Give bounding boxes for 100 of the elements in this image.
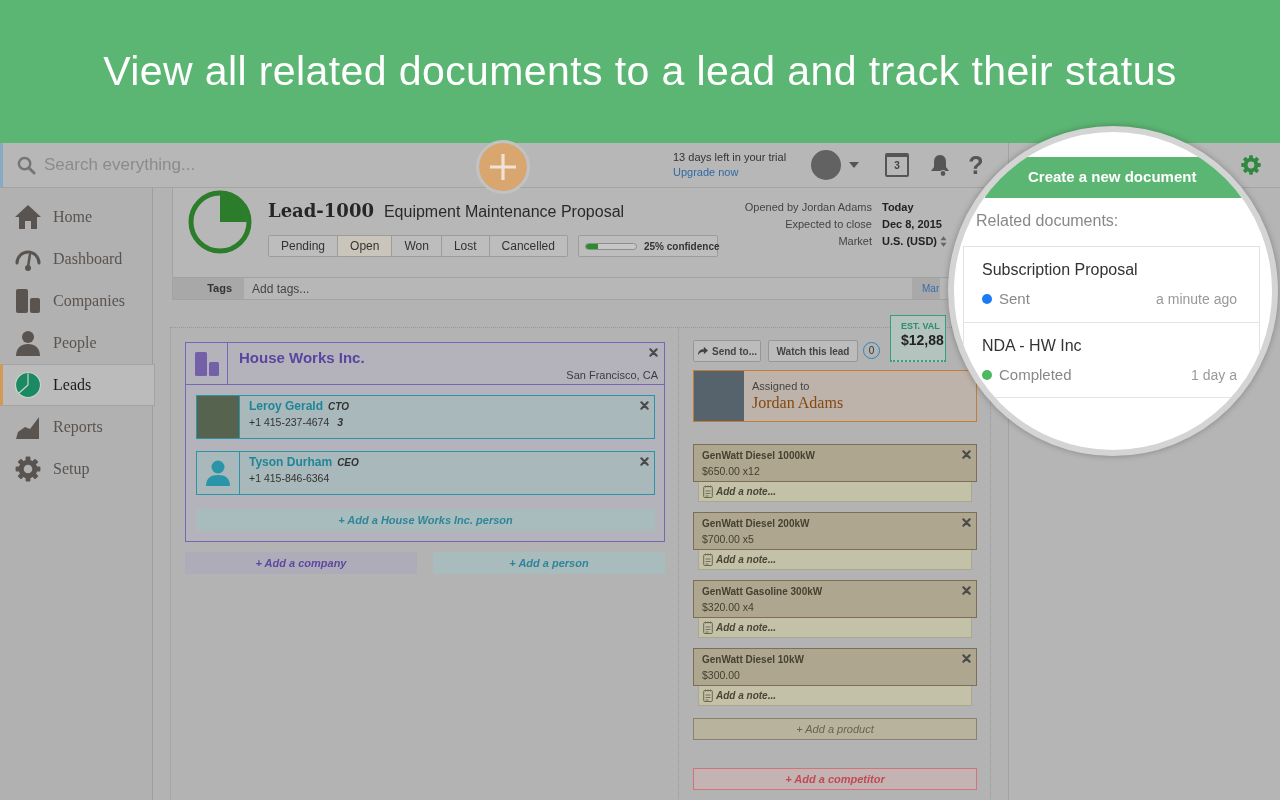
search-icon bbox=[17, 155, 36, 175]
confidence-label: 25% confidence bbox=[643, 239, 720, 254]
company-name[interactable]: House Works Inc. bbox=[239, 348, 365, 368]
close-icon[interactable] bbox=[962, 654, 971, 663]
close-icon[interactable] bbox=[640, 457, 649, 466]
document-title: NDA - HW Inc bbox=[982, 336, 1082, 356]
bell-icon[interactable] bbox=[928, 153, 952, 177]
buildings-icon bbox=[14, 287, 42, 315]
status-tab[interactable]: Open bbox=[338, 235, 393, 257]
person-card[interactable]: Leroy Gerald CTO +1 415-237-4674 3 bbox=[196, 395, 655, 439]
person-name[interactable]: Tyson Durham bbox=[249, 454, 333, 470]
detail-label: Expected to close bbox=[784, 217, 872, 232]
watch-button[interactable]: Watch this lead bbox=[768, 340, 858, 362]
notepad-icon bbox=[703, 552, 713, 567]
person-role: CEO bbox=[337, 456, 359, 470]
calendar-button[interactable]: 3 bbox=[885, 153, 909, 177]
document-title: Subscription Proposal bbox=[982, 260, 1138, 280]
detail-label: Market bbox=[837, 234, 872, 249]
add-competitor-button[interactable]: + Add a competitor bbox=[693, 768, 977, 791]
person-name[interactable]: Leroy Gerald bbox=[249, 398, 324, 414]
detail-label: Opened by Jordan Adams bbox=[743, 200, 872, 215]
product-card[interactable]: GenWatt Diesel 1000kW $650.00 x12 bbox=[693, 444, 977, 482]
company-location: San Francisco, CA bbox=[566, 368, 658, 382]
send-button[interactable]: Send to... bbox=[693, 340, 761, 362]
gear-icon bbox=[14, 455, 42, 483]
lead-title: Equipment Maintenance Proposal bbox=[383, 202, 625, 222]
sidebar-item[interactable]: Leads bbox=[0, 364, 155, 406]
pie-chart-icon bbox=[14, 371, 42, 399]
promo-headline: View all related documents to a lead and track their status bbox=[103, 46, 1177, 96]
person-icon bbox=[14, 329, 42, 357]
product-name: GenWatt Diesel 200kW bbox=[702, 517, 810, 531]
share-icon bbox=[697, 346, 709, 356]
product-card[interactable]: GenWatt Diesel 200kW $700.00 x5 bbox=[693, 512, 977, 550]
close-icon[interactable] bbox=[962, 518, 971, 527]
document-card[interactable]: NDA - HW Inc Completed 1 day a bbox=[963, 322, 1260, 398]
settings-icon[interactable] bbox=[1240, 154, 1262, 176]
related-documents-heading: Related documents: bbox=[976, 211, 1120, 231]
add-company-person-button[interactable]: + Add a House Works Inc. person bbox=[196, 509, 655, 532]
product-name: GenWatt Diesel 10kW bbox=[702, 653, 804, 667]
sidebar-item[interactable]: People bbox=[0, 322, 153, 364]
tags-field[interactable]: Add tags... bbox=[244, 278, 912, 299]
person-card[interactable]: Tyson Durham CEO +1 415-846-6364 bbox=[196, 451, 655, 495]
notepad-icon bbox=[703, 688, 713, 703]
product-name: GenWatt Diesel 1000kW bbox=[702, 449, 815, 463]
assignee-name[interactable]: Jordan Adams bbox=[752, 393, 844, 412]
estimate-value: $12,88 bbox=[901, 332, 944, 350]
status-tab[interactable]: Won bbox=[392, 235, 442, 257]
close-icon[interactable] bbox=[640, 401, 649, 410]
add-product-button[interactable]: + Add a product bbox=[693, 718, 977, 741]
product-price: $700.00 x5 bbox=[702, 532, 754, 546]
create-document-button[interactable]: Create a new document bbox=[985, 157, 1242, 198]
notepad-icon bbox=[703, 484, 713, 499]
document-status: Sent bbox=[999, 290, 1030, 308]
photo-placeholder bbox=[694, 371, 744, 421]
photo-placeholder bbox=[197, 396, 239, 438]
close-icon[interactable] bbox=[962, 586, 971, 595]
upgrade-link[interactable]: Upgrade now bbox=[673, 165, 739, 180]
person-silhouette-icon bbox=[204, 459, 232, 487]
sidebar-item[interactable]: Companies bbox=[0, 280, 153, 322]
phone-note: 3 bbox=[337, 415, 344, 429]
sidebar-item[interactable]: Home bbox=[0, 196, 153, 238]
product-card[interactable]: GenWatt Diesel 10kW $300.00 bbox=[693, 648, 977, 686]
home-icon bbox=[14, 203, 42, 231]
status-tab[interactable]: Cancelled bbox=[489, 235, 568, 257]
trial-notice: 13 days left in your trial bbox=[673, 150, 787, 165]
product-price: $650.00 x12 bbox=[702, 464, 760, 478]
status-tab[interactable]: Pending bbox=[268, 235, 339, 257]
buildings-icon bbox=[193, 349, 220, 378]
plus-icon bbox=[488, 152, 518, 182]
status-tab[interactable]: Lost bbox=[441, 235, 490, 257]
assignee-label: Assigned to bbox=[752, 379, 810, 393]
product-card[interactable]: GenWatt Gasoline 300kW $320.00 x4 bbox=[693, 580, 977, 618]
detail-value: Today bbox=[882, 200, 914, 215]
document-time: 1 day a bbox=[1191, 366, 1237, 384]
detail-value: Dec 8, 2015 bbox=[882, 217, 942, 232]
market-select[interactable]: U.S. (USD) bbox=[882, 233, 947, 250]
add-person-button[interactable]: + Add a person bbox=[433, 552, 665, 575]
lead-number: Lead-1000 bbox=[268, 199, 374, 223]
product-name: GenWatt Gasoline 300kW bbox=[702, 585, 823, 599]
phone-number: +1 415-846-6364 bbox=[249, 471, 330, 485]
person-role: CTO bbox=[328, 400, 349, 414]
sidebar-item[interactable]: Setup bbox=[0, 448, 153, 490]
close-icon[interactable] bbox=[649, 348, 658, 357]
sidebar-item[interactable]: Dashboard bbox=[0, 238, 153, 280]
caret-icon[interactable] bbox=[849, 162, 859, 168]
document-card[interactable]: Subscription Proposal Sent a minute ago bbox=[963, 246, 1260, 322]
estimate-label: EST. VAL bbox=[901, 321, 940, 333]
tags-side-link[interactable]: Mar bbox=[912, 278, 940, 299]
product-price: $320.00 x4 bbox=[702, 600, 754, 614]
product-price: $300.00 bbox=[702, 668, 740, 682]
tags-label: Tags bbox=[173, 278, 244, 299]
progress-pie-icon bbox=[188, 190, 252, 254]
add-company-button[interactable]: + Add a company bbox=[185, 552, 417, 575]
document-status: Completed bbox=[999, 366, 1072, 384]
close-icon[interactable] bbox=[962, 450, 971, 459]
sidebar-item[interactable]: Reports bbox=[0, 406, 153, 448]
confidence-track[interactable] bbox=[584, 242, 637, 250]
phone-number: +1 415-237-4674 bbox=[249, 415, 330, 429]
user-avatar[interactable] bbox=[811, 150, 841, 180]
document-time: a minute ago bbox=[1156, 290, 1237, 308]
